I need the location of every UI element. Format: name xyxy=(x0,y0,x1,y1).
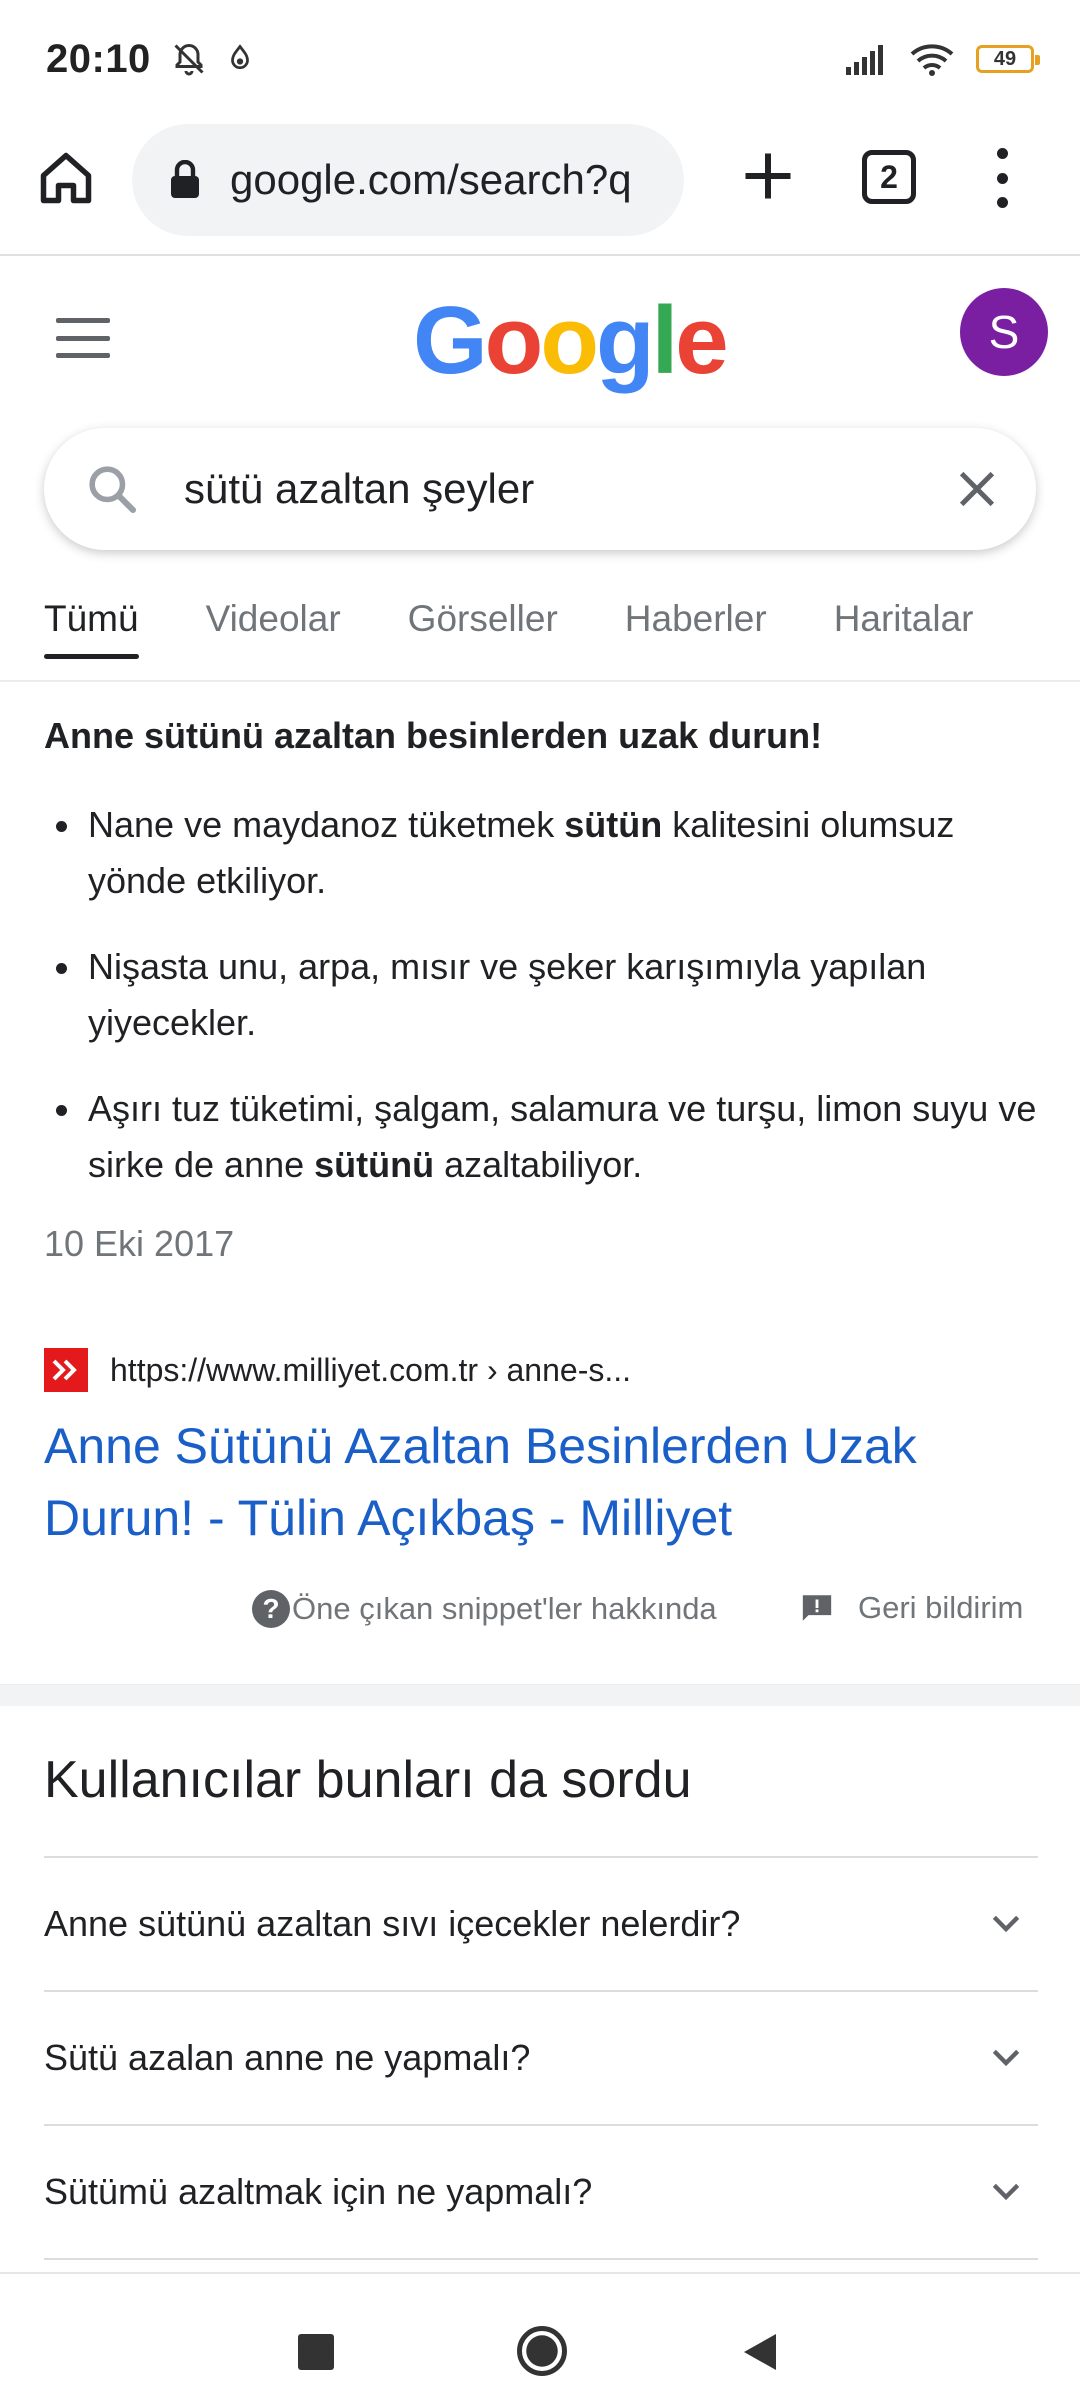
google-logo[interactable]: Google xyxy=(413,286,729,396)
new-tab-icon[interactable] xyxy=(738,146,798,206)
data-saver-icon xyxy=(230,44,249,70)
paa-divider xyxy=(44,2258,1038,2260)
paa-question[interactable]: Sütümü azaltmak için ne yapmalı? xyxy=(44,2124,1038,2258)
search-tabs: Tümü Videolar Görseller Haberler Harital… xyxy=(0,580,1080,682)
tab-maps[interactable]: Haritalar xyxy=(834,580,974,680)
menu-icon[interactable] xyxy=(56,318,110,358)
source-url[interactable]: https://www.milliyet.com.tr › anne-s... xyxy=(110,1352,631,1389)
list-item: Nane ve maydanoz tüketmek sütün kalitesi… xyxy=(44,797,1039,909)
close-icon[interactable] xyxy=(954,466,1000,512)
chevron-down-icon xyxy=(992,2183,1020,2201)
help-icon: ? xyxy=(252,1590,290,1628)
lock-icon xyxy=(171,160,199,198)
battery-icon: 49 xyxy=(976,45,1040,73)
status-bar: 20:10 49 xyxy=(0,0,1080,118)
home-icon[interactable] xyxy=(36,148,96,208)
snippet-footer: ? Öne çıkan snippet'ler hakkında Geri bi… xyxy=(0,1590,1080,1642)
back-icon[interactable] xyxy=(740,2330,780,2374)
about-snippets-label: Öne çıkan snippet'ler hakkında xyxy=(292,1591,717,1626)
list-item: Nişasta unu, arpa, mısır ve şeker karışı… xyxy=(44,939,1039,1051)
section-divider xyxy=(0,1684,1080,1706)
result-title-link[interactable]: Anne Sütünü Azaltan Besinlerden Uzak Dur… xyxy=(44,1410,1039,1554)
chevron-down-icon xyxy=(992,2049,1020,2067)
search-query: sütü azaltan şeyler xyxy=(184,465,535,512)
tab-images[interactable]: Görseller xyxy=(408,580,558,680)
google-header: Google S xyxy=(0,258,1080,418)
paa-question[interactable]: Anne sütünü azaltan sıvı içecekler neler… xyxy=(44,1856,1038,1990)
signal-icon xyxy=(846,45,883,75)
tab-videos[interactable]: Videolar xyxy=(206,580,341,680)
muted-bell-icon xyxy=(174,43,204,76)
address-bar[interactable]: google.com/search?q xyxy=(132,124,684,236)
more-options-icon[interactable] xyxy=(990,148,1014,208)
paa-question[interactable]: Sütü azalan anne ne yapmalı? xyxy=(44,1990,1038,2124)
snippet-list: Nane ve maydanoz tüketmek sütün kalitesi… xyxy=(44,797,1039,1193)
recents-icon[interactable] xyxy=(298,2334,334,2370)
wifi-icon xyxy=(910,44,954,76)
search-icon xyxy=(89,466,137,514)
url-text: google.com/search?q xyxy=(230,156,632,203)
milliyet-favicon-icon xyxy=(44,1348,88,1392)
feedback-button[interactable]: Geri bildirim xyxy=(800,1590,1023,1626)
system-nav-bar xyxy=(0,2272,1080,2400)
feedback-label: Geri bildirim xyxy=(858,1590,1024,1625)
avatar[interactable]: S xyxy=(960,288,1048,376)
avatar-letter: S xyxy=(988,306,1020,358)
tab-count: 2 xyxy=(880,158,898,195)
people-also-ask: Kullanıcılar bunları da sordu Anne sütün… xyxy=(44,1750,1038,2260)
status-time: 20:10 xyxy=(46,36,151,81)
chevron-down-icon xyxy=(992,1915,1020,1933)
about-snippets-link[interactable]: ? Öne çıkan snippet'ler hakkında xyxy=(252,1590,717,1628)
list-item: Aşırı tuz tüketimi, şalgam, salamura ve … xyxy=(44,1081,1039,1193)
tab-news[interactable]: Haberler xyxy=(625,580,767,680)
snippet-heading: Anne sütünü azaltan besinlerden uzak dur… xyxy=(44,715,823,756)
tab-switcher-button[interactable]: 2 xyxy=(862,150,916,204)
search-input[interactable]: sütü azaltan şeyler xyxy=(44,428,1036,550)
battery-level: 49 xyxy=(993,47,1017,70)
feedback-icon xyxy=(802,1595,832,1621)
home-nav-icon[interactable] xyxy=(515,2324,569,2378)
snippet-date: 10 Eki 2017 xyxy=(44,1223,235,1264)
featured-snippet: Anne sütünü azaltan besinlerden uzak dur… xyxy=(44,715,1039,1265)
tab-all[interactable]: Tümü xyxy=(44,580,139,680)
paa-title: Kullanıcılar bunları da sordu xyxy=(44,1751,692,1809)
snippet-source: https://www.milliyet.com.tr › anne-s... … xyxy=(44,1348,1039,1554)
browser-toolbar: google.com/search?q 2 xyxy=(0,118,1080,256)
